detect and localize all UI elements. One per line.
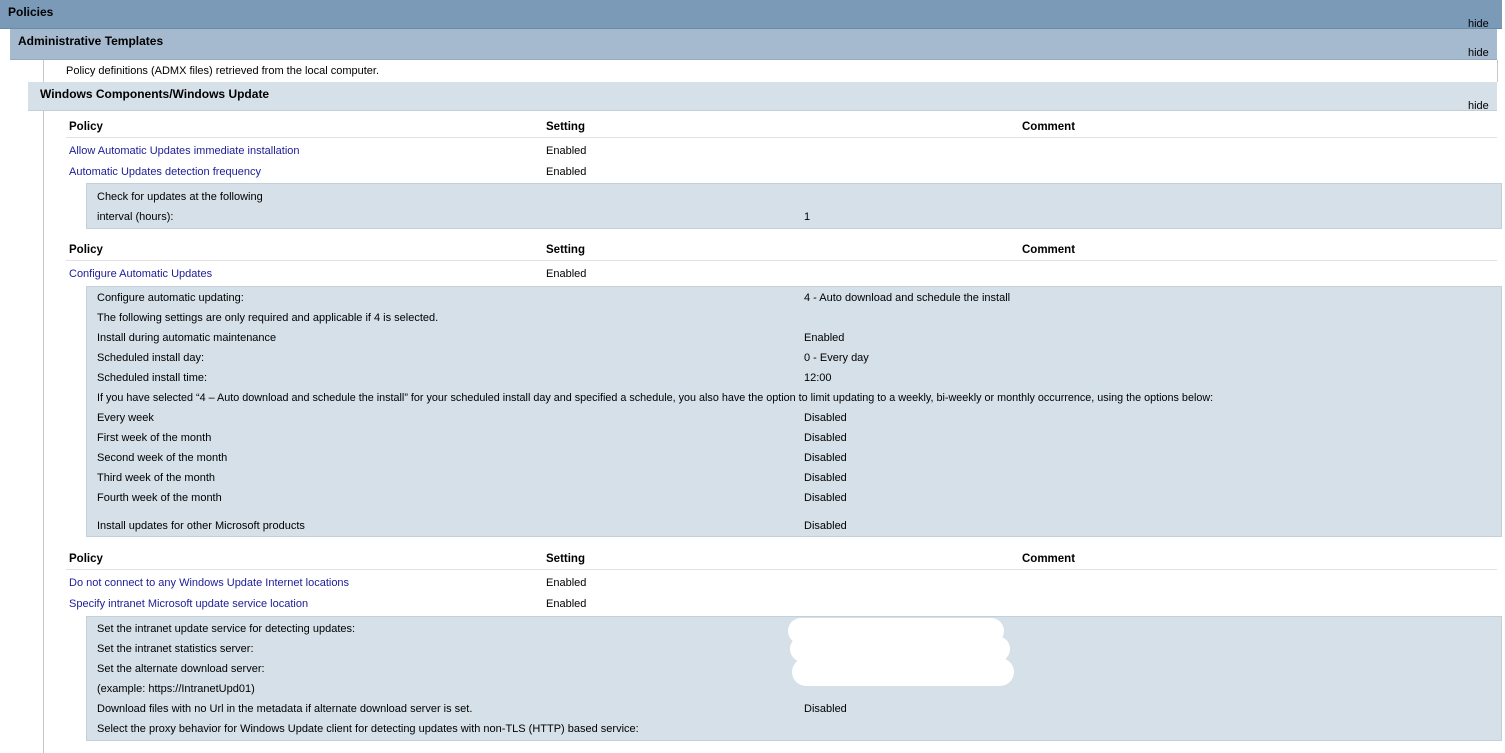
right-border-line: [1497, 60, 1498, 82]
detail-value: Disabled: [804, 452, 847, 464]
policy-link[interactable]: Do not connect to any Windows Update Int…: [69, 577, 349, 589]
detail-value: 0 - Every day: [804, 352, 869, 364]
detail-label: Install updates for other Microsoft prod…: [97, 520, 305, 532]
detail-value: Disabled: [804, 520, 847, 532]
detail-label: If you have selected “4 – Auto download …: [97, 392, 1214, 404]
detail-value: Disabled: [804, 412, 847, 424]
detail-label: First week of the month: [97, 432, 212, 444]
detail-value: Enabled: [804, 332, 845, 344]
detail-value: 4 - Auto download and schedule the insta…: [804, 292, 1011, 304]
policies-header: Policies: [0, 0, 1502, 29]
detail-label: Set the intranet statistics server:: [97, 643, 254, 655]
detail-label: Set the alternate download server:: [97, 663, 265, 675]
windows-update-header: Windows Components/Windows Update: [28, 82, 1497, 111]
column-header-setting: Setting: [546, 553, 585, 565]
detail-value: Disabled: [804, 703, 847, 715]
detail-label: Configure automatic updating:: [97, 292, 244, 304]
detail-label: The following settings are only required…: [97, 312, 439, 324]
column-header-policy: Policy: [69, 121, 103, 133]
detail-label: interval (hours):: [97, 211, 174, 223]
header-divider: [66, 569, 1497, 570]
header-divider: [66, 137, 1497, 138]
admin-templates-hide-link[interactable]: hide: [1468, 47, 1489, 59]
windows-update-hide-link[interactable]: hide: [1468, 100, 1489, 112]
policy-link[interactable]: Automatic Updates detection frequency: [69, 166, 261, 178]
detail-label: Third week of the month: [97, 472, 216, 484]
detail-label: Scheduled install time:: [97, 372, 208, 384]
detail-value: Disabled: [804, 432, 847, 444]
redacted-value: [792, 658, 1014, 686]
header-divider: [66, 260, 1497, 261]
detail-label: Second week of the month: [97, 452, 228, 464]
indent-line: [43, 60, 44, 82]
detail-value: Disabled: [804, 492, 847, 504]
column-header-comment: Comment: [1022, 121, 1076, 133]
policy-setting: Enabled: [546, 166, 587, 178]
policy-link[interactable]: Allow Automatic Updates immediate instal…: [69, 145, 300, 157]
policy-link[interactable]: Specify intranet Microsoft update servic…: [69, 598, 308, 610]
detail-label: Select the proxy behavior for Windows Up…: [97, 723, 639, 735]
detail-label: Fourth week of the month: [97, 492, 222, 504]
column-header-policy: Policy: [69, 244, 103, 256]
admin-templates-title: Administrative Templates: [18, 34, 164, 48]
detail-label: Install during automatic maintenance: [97, 332, 277, 344]
indent-line: [43, 110, 44, 753]
column-header-setting: Setting: [546, 121, 585, 133]
policy-setting: Enabled: [546, 598, 587, 610]
detail-label: (example: https://IntranetUpd01): [97, 683, 255, 695]
detail-label: Scheduled install day:: [97, 352, 205, 364]
column-header-comment: Comment: [1022, 244, 1076, 256]
column-header-setting: Setting: [546, 244, 585, 256]
detail-value: 1: [804, 211, 811, 223]
detail-value: Disabled: [804, 472, 847, 484]
admin-templates-header: Administrative Templates: [10, 29, 1497, 60]
detail-value: 12:00: [804, 372, 832, 384]
detail-label: Download files with no Url in the metada…: [97, 703, 473, 715]
policy-setting: Enabled: [546, 268, 587, 280]
policies-title: Policies: [8, 5, 54, 19]
policy-link[interactable]: Configure Automatic Updates: [69, 268, 212, 280]
admx-description: Policy definitions (ADMX files) retrieve…: [66, 65, 380, 77]
windows-update-title: Windows Components/Windows Update: [40, 87, 270, 101]
policy-detail-panel: [86, 183, 1502, 229]
column-header-policy: Policy: [69, 553, 103, 565]
column-header-comment: Comment: [1022, 553, 1076, 565]
detail-label: Set the intranet update service for dete…: [97, 623, 356, 635]
detail-label: Every week: [97, 412, 154, 424]
policy-setting: Enabled: [546, 145, 587, 157]
policy-setting: Enabled: [546, 577, 587, 589]
detail-label: Check for updates at the following: [97, 191, 263, 203]
